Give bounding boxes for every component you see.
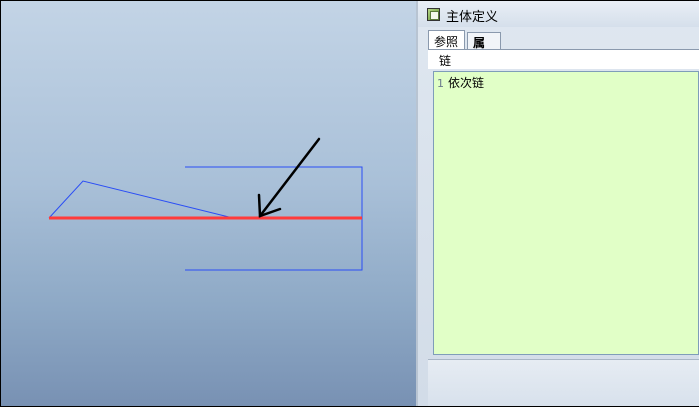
profile-polyline[interactable] <box>48 180 234 219</box>
panel-lower-area <box>428 359 699 406</box>
feature-icon <box>427 8 440 21</box>
model-geometry <box>48 137 363 271</box>
chain-label: 链 <box>439 54 452 68</box>
panel-title-bar: 主体定义 <box>418 1 699 27</box>
pointer-arrow <box>257 137 321 218</box>
panel-title: 主体定义 <box>446 10 499 25</box>
list-item[interactable]: 1 依次链 <box>437 74 484 90</box>
tab-properties[interactable]: 属性 <box>467 32 501 67</box>
tab-references[interactable]: 参照 <box>428 30 465 50</box>
graphics-viewport[interactable] <box>1 1 416 406</box>
chain-collector-list[interactable]: 1 依次链 <box>433 71 699 355</box>
list-item-index: 1 <box>437 77 444 90</box>
list-item-label: 依次链 <box>448 76 485 90</box>
references-header: 链 <box>428 49 699 69</box>
body-definition-panel: 主体定义 参照 属性 链 1 依次链 <box>418 1 699 406</box>
